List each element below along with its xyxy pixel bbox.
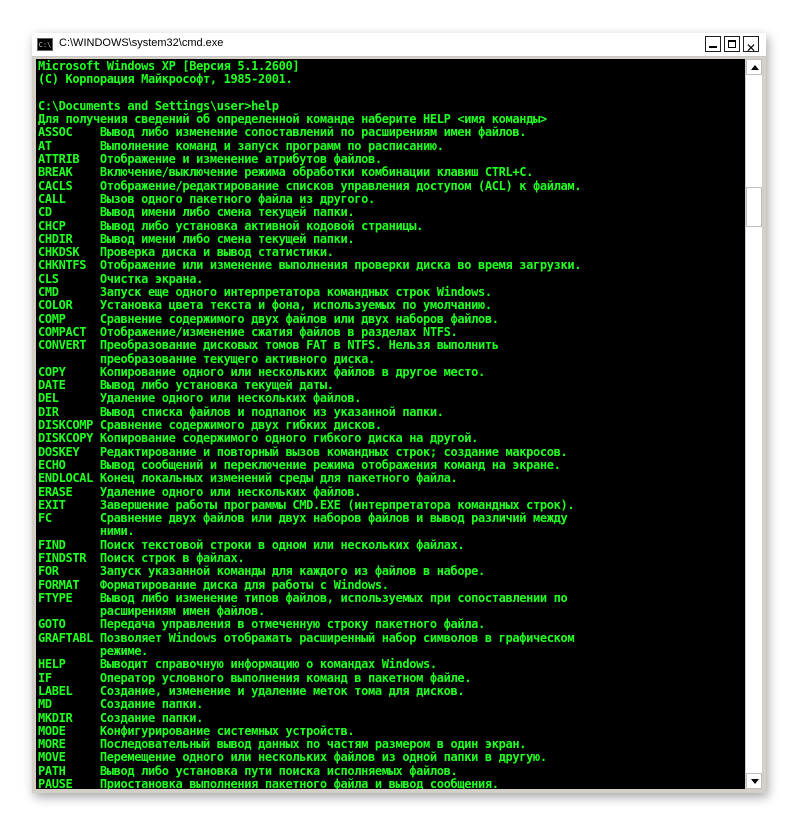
console-line: FTYPE Вывод либо изменение типов файлов,… [38,590,568,605]
console-line: CALL Вызов одного пакетного файла из дру… [38,191,375,206]
console-line: преобразование текущего активного диска. [38,351,375,366]
console-line: COMP Сравнение содержимого двух файлов и… [38,311,499,326]
console-line: Для получения сведений об определенной к… [38,112,547,127]
console-line: COMPACT Отображение/изменение сжатия фай… [38,324,458,339]
scroll-thumb[interactable] [746,187,762,227]
console-line: ASSOC Вывод либо изменение сопоставлений… [38,125,527,140]
console-line: DATE Вывод либо установка текущей даты. [38,378,334,393]
console-line: CLS Очистка экрана. [38,271,203,286]
console-line: BREAK Включение/выключение режима обрабо… [38,165,533,180]
console-line: CD Вывод имени либо смена текущей папки. [38,205,355,220]
console-line: FC Сравнение двух файлов или двух наборо… [38,511,568,526]
console-line: ними. [38,524,135,539]
maximize-icon [728,40,736,48]
cmd-window: C:\ C:\WINDOWS\system32\cmd.exe ✕ Micros… [32,33,766,793]
console-line: расширениям имен файлов. [38,604,265,619]
scroll-up-button[interactable] [746,59,762,75]
console-line: DISKCOPY Копирование содержимого одного … [38,431,478,446]
console-line: ERASE Удаление одного или нескольких фай… [38,484,362,499]
close-button[interactable]: ✕ [743,36,759,55]
console-line: CONVERT Преобразование дисковых томов FA… [38,338,499,353]
console-line: CMD Запуск еще одного интерпретатора ком… [38,285,492,300]
console-line: FIND Поиск текстовой строки в одном или … [38,537,465,552]
console-line: CHKDSK Проверка диска и вывод статистики… [38,245,334,260]
console-line: MOVE Перемещение одного или нескольких ф… [38,750,547,765]
console-line: DEL Удаление одного или нескольких файло… [38,391,362,406]
console-line: FINDSTR Поиск строк в файлах. [38,550,245,565]
console-line: EXIT Завершение работы программы CMD.EXE… [38,497,575,512]
console-output[interactable]: Microsoft Windows XP [Версия 5.1.2600] (С… [36,59,745,789]
console-line: PAUSE Приостановка выполнения пакетного … [38,777,499,789]
console-line: MD Создание папки. [38,697,203,712]
console-line: DIR Вывод списка файлов и подпапок из ук… [38,404,444,419]
vertical-scrollbar[interactable] [746,59,762,789]
console-line: FORMAT Форматирование диска для работы с… [38,577,389,592]
console-line: AT Выполнение команд и запуск программ п… [38,138,444,153]
console-line: CHCP Вывод либо установка активной кодов… [38,218,423,233]
arrow-up-icon [751,65,759,70]
console-line: DISKCOMP Сравнение содержимого двух гибк… [38,418,382,433]
console-lines: Microsoft Windows XP [Версия 5.1.2600] (С… [38,59,582,789]
console-line: ENDLOCAL Конец локальных изменений среды… [38,471,458,486]
console-line: LABEL Создание, изменение и удаление мет… [38,683,465,698]
console-line: MORE Последовательный вывод данных по ча… [38,737,527,752]
console-line: CHDIR Вывод имени либо смена текущей пап… [38,231,355,246]
console-line: ECHO Вывод сообщений и переключение режи… [38,457,561,472]
console-line: MODE Конфигурирование системных устройст… [38,723,355,738]
console-line: C:\Documents and Settings\user>help [38,98,279,113]
console-line: режиме. [38,644,148,659]
console-line: COPY Копирование одного или нескольких ф… [38,364,485,379]
console-line: ATTRIB Отображение и изменение атрибутов… [38,152,382,167]
console-line: MKDIR Создание папки. [38,710,203,725]
console-line: DOSKEY Редактирование и повторный вызов … [38,444,568,459]
console-line: COLOR Установка цвета текста и фона, исп… [38,298,492,313]
console-line: IF Оператор условного выполнения команд … [38,670,472,685]
console-line: (С) Корпорация Майкрософт, 1985-2001. [38,72,293,87]
arrow-down-icon [751,779,759,784]
console-line: CHKNTFS Отображение или изменение выполн… [38,258,582,273]
console-line: PATH Вывод либо установка пути поиска ис… [38,763,458,778]
console-line: Microsoft Windows XP [Версия 5.1.2600] [38,59,300,73]
minimize-button[interactable] [705,36,721,52]
console-line: FOR Запуск указанной команды для каждого… [38,564,485,579]
scroll-down-button[interactable] [746,773,762,789]
title-bar[interactable]: C:\ C:\WINDOWS\system32\cmd.exe ✕ [32,33,766,57]
console-line: GRAFTABL Позволяет Windows отображать ра… [38,630,575,645]
maximize-button[interactable] [724,36,740,52]
console-line: CACLS Отображение/редактирование списков… [38,178,582,193]
cmd-icon[interactable]: C:\ [37,38,53,51]
console-line: HELP Выводит справочную информацию о ком… [38,657,437,672]
close-icon: ✕ [745,41,757,55]
minimize-icon [709,46,717,48]
window-title: C:\WINDOWS\system32\cmd.exe [59,37,224,49]
console-line: GOTO Передача управления в отмеченную ст… [38,617,485,632]
